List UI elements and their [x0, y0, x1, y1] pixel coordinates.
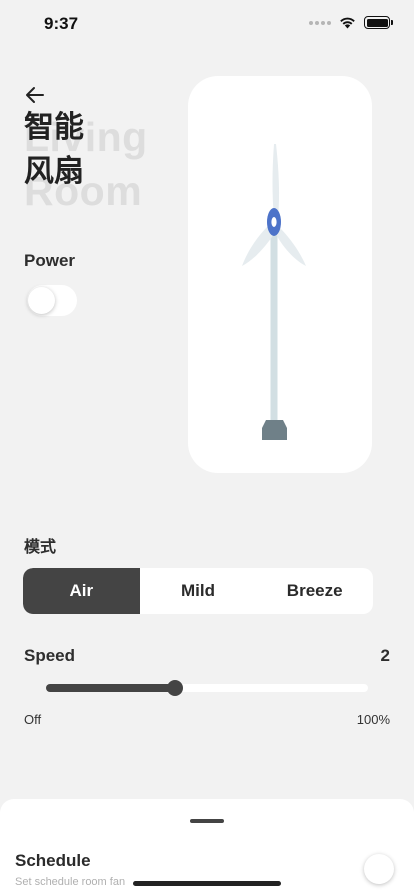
mode-option-air[interactable]: Air [23, 568, 140, 614]
wifi-icon [340, 17, 355, 29]
fan-pole [270, 226, 278, 424]
power-label: Power [24, 251, 76, 270]
battery-icon [364, 16, 393, 29]
speed-min-label: Off [24, 712, 42, 727]
speed-value: 2 [380, 646, 390, 665]
page-title: 智能 风扇 [24, 111, 84, 188]
status-bar: 9:37 [0, 0, 414, 46]
speed-slider[interactable] [46, 680, 368, 696]
speed-max-label: 100% [356, 712, 390, 727]
speed-slider-fill [46, 684, 175, 692]
speed-label: Speed [24, 646, 76, 665]
back-button[interactable] [22, 82, 48, 108]
sheet-drag-handle[interactable] [190, 819, 224, 823]
title-area: Living Room 智能 风扇 [24, 106, 194, 216]
fan-base [262, 420, 287, 440]
schedule-subtitle: Set schedule room fan [15, 876, 126, 888]
arrow-left-icon [26, 87, 44, 103]
power-toggle-knob [28, 287, 55, 314]
power-toggle[interactable] [27, 285, 77, 316]
mode-option-mild[interactable]: Mild [140, 568, 257, 614]
schedule-title: Schedule [15, 851, 91, 870]
home-indicator [133, 881, 281, 886]
mode-segmented-control: Air Mild Breeze [23, 568, 373, 614]
wind-turbine-fan-icon [242, 144, 306, 440]
status-icons [309, 16, 393, 29]
schedule-toggle[interactable] [364, 854, 394, 884]
mode-option-breeze[interactable]: Breeze [256, 568, 373, 614]
signal-dots-icon [309, 20, 331, 25]
status-time: 9:37 [44, 14, 79, 33]
speed-slider-thumb[interactable] [166, 680, 183, 696]
fan-card [188, 76, 372, 473]
mode-label: 模式 [24, 539, 57, 556]
fan-blade-top [272, 144, 280, 218]
fan-blade-right [276, 228, 306, 266]
